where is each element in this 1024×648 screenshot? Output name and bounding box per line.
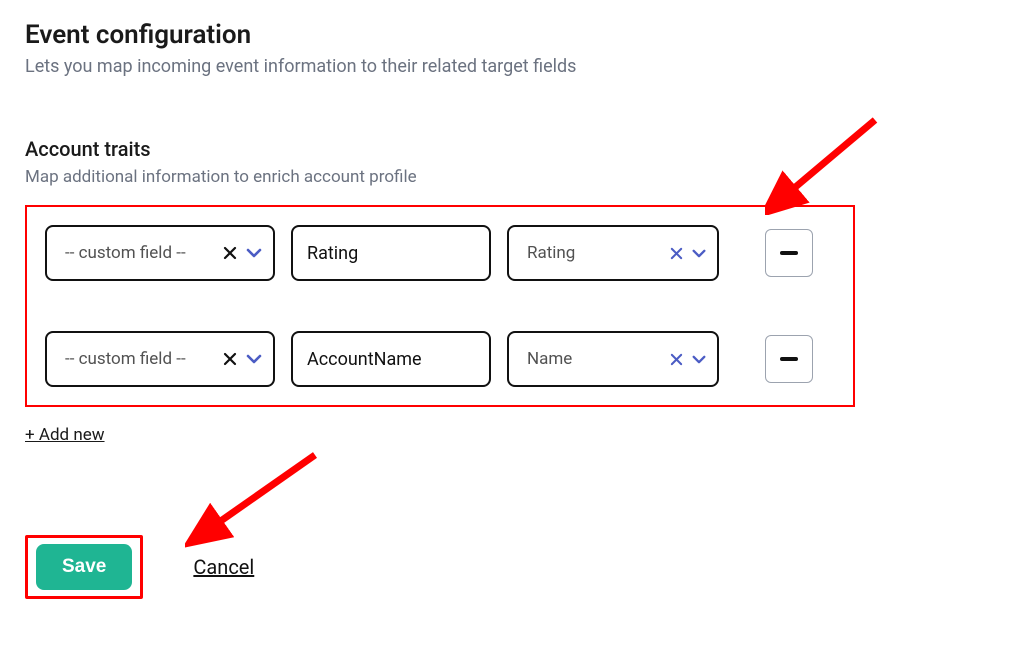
remove-row-button[interactable]	[765, 229, 813, 277]
save-highlight: Save	[25, 535, 143, 599]
add-new-link[interactable]: + Add new	[25, 425, 105, 445]
section-title: Account traits	[25, 137, 999, 161]
chevron-down-icon[interactable]	[245, 352, 263, 366]
custom-field-select[interactable]: -- custom field --	[45, 225, 275, 281]
clear-icon[interactable]	[223, 352, 237, 366]
target-field-select[interactable]: Rating	[507, 225, 719, 281]
custom-field-select[interactable]: -- custom field --	[45, 331, 275, 387]
clear-icon[interactable]	[223, 246, 237, 260]
select-value: Rating	[527, 243, 670, 263]
annotation-arrow-icon	[185, 450, 325, 550]
clear-icon[interactable]	[670, 247, 683, 260]
section-subtitle: Map additional information to enrich acc…	[25, 167, 999, 187]
select-value: -- custom field --	[65, 243, 223, 263]
minus-icon	[780, 251, 798, 255]
trait-rows-container: -- custom field -- Rating	[25, 205, 855, 407]
minus-icon	[780, 357, 798, 361]
trait-text-field[interactable]	[291, 331, 491, 387]
chevron-down-icon[interactable]	[691, 247, 707, 260]
page-title: Event configuration	[25, 20, 999, 50]
trait-text-input[interactable]	[307, 349, 475, 370]
clear-icon[interactable]	[670, 353, 683, 366]
remove-row-button[interactable]	[765, 335, 813, 383]
trait-row: -- custom field -- Rating	[45, 225, 835, 281]
actions-row: Save Cancel	[25, 535, 999, 599]
save-button[interactable]: Save	[36, 544, 132, 590]
select-value: Name	[527, 349, 670, 369]
trait-text-field[interactable]	[291, 225, 491, 281]
trait-row: -- custom field -- Name	[45, 331, 835, 387]
page-subtitle: Lets you map incoming event information …	[25, 56, 999, 77]
cancel-link[interactable]: Cancel	[193, 555, 254, 579]
target-field-select[interactable]: Name	[507, 331, 719, 387]
trait-text-input[interactable]	[307, 243, 475, 264]
chevron-down-icon[interactable]	[691, 353, 707, 366]
chevron-down-icon[interactable]	[245, 246, 263, 260]
select-value: -- custom field --	[65, 349, 223, 369]
annotation-arrow-icon	[765, 115, 885, 215]
